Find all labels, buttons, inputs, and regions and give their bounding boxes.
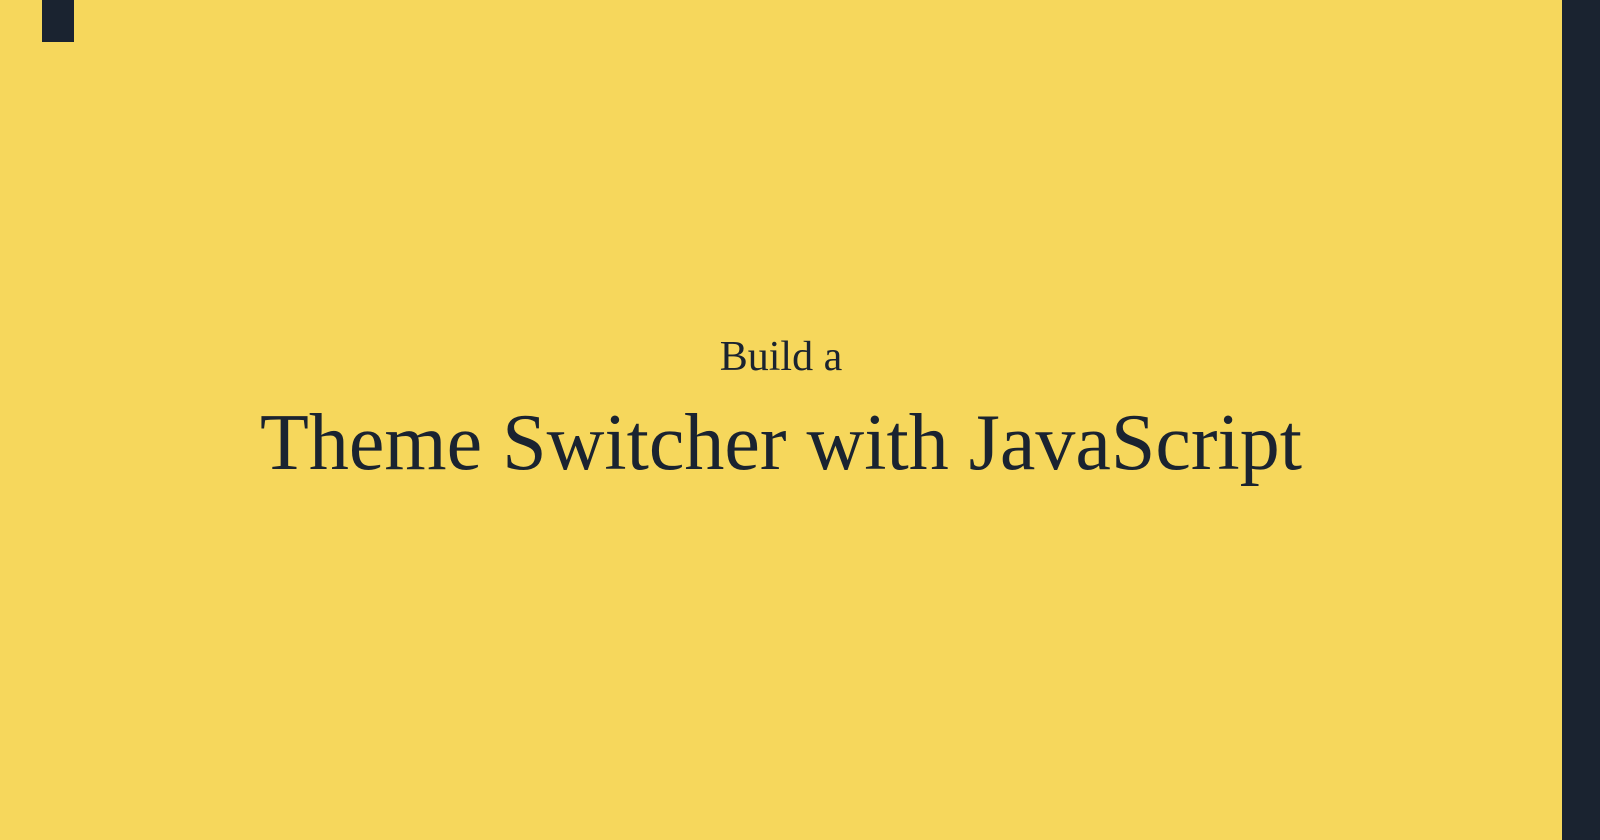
top-left-accent-bar [42, 0, 74, 42]
slide-main-area: Build a Theme Switcher with JavaScript [0, 0, 1562, 840]
slide-container: Build a Theme Switcher with JavaScript [0, 0, 1600, 840]
slide-text-content: Build a Theme Switcher with JavaScript [260, 333, 1302, 487]
slide-title: Theme Switcher with JavaScript [260, 399, 1302, 487]
slide-subtitle: Build a [260, 333, 1302, 381]
right-accent-bar [1562, 0, 1600, 840]
